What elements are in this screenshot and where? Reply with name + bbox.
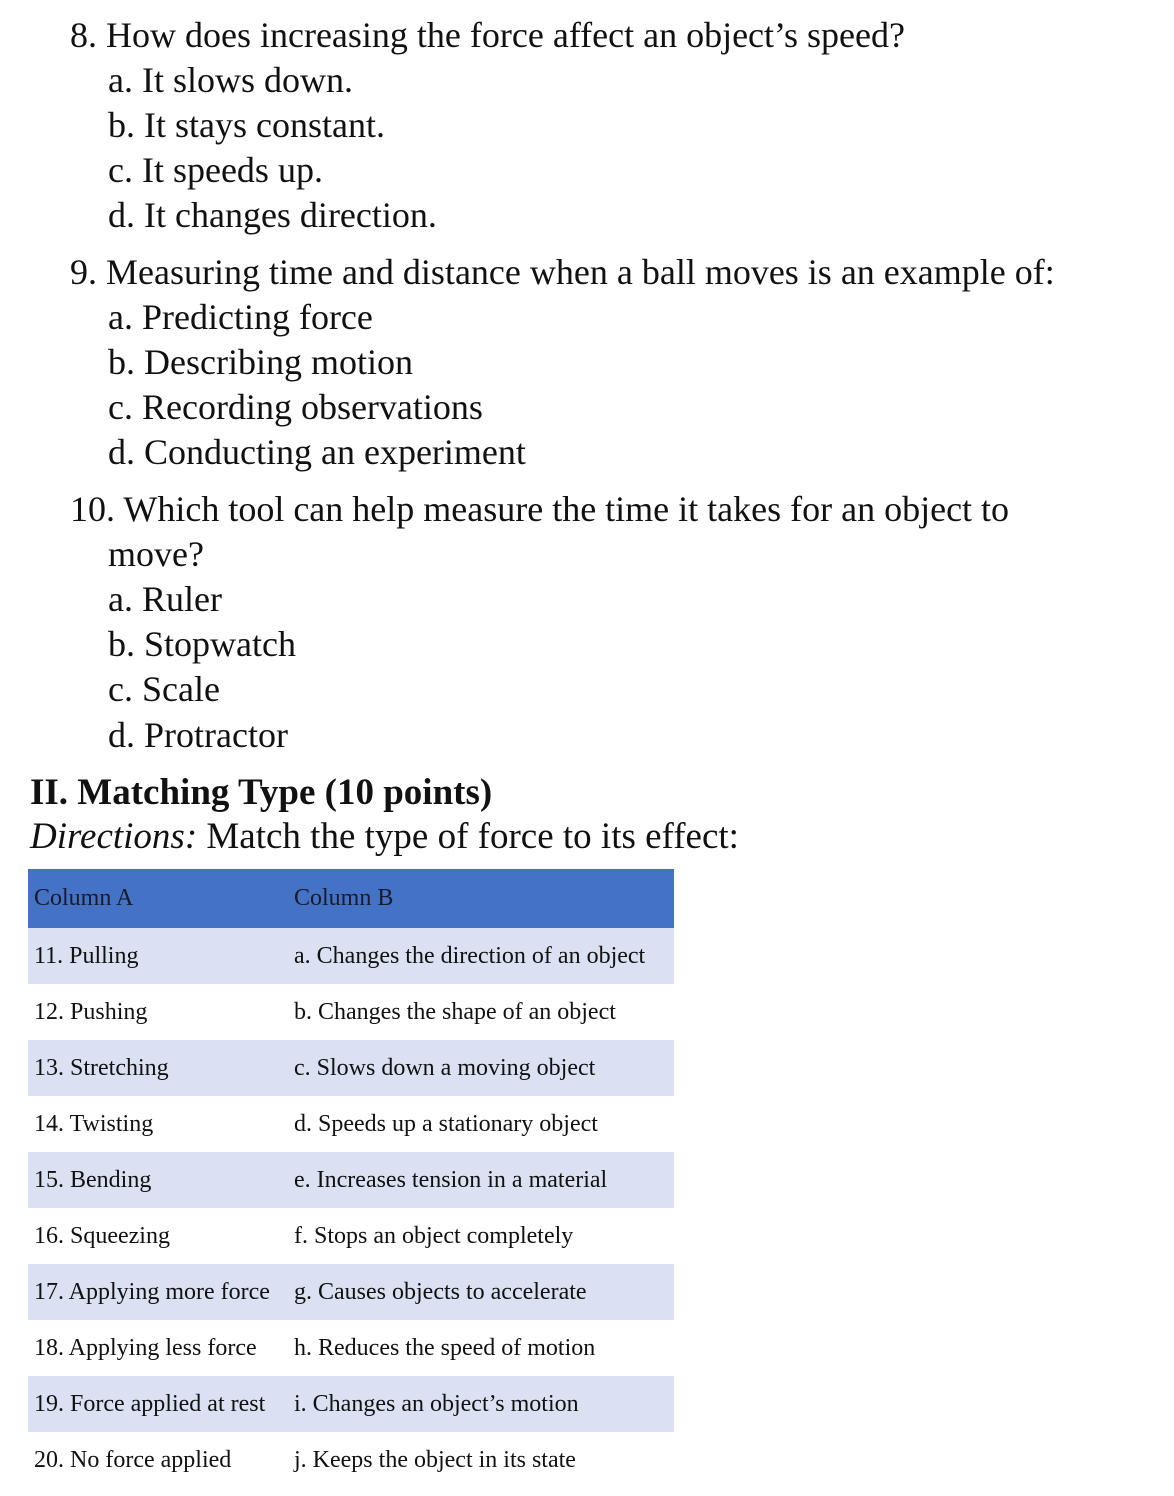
column-a-cell: 19. Force applied at rest (28, 1376, 290, 1432)
table-row: 14. Twisting d. Speeds up a stationary ob… (28, 1096, 674, 1152)
column-a-cell: 20. No force applied (34, 1446, 232, 1473)
question-number: 8. (70, 15, 97, 55)
option-10b: b. Stopwatch (108, 624, 296, 664)
question-10-continuation: move? (108, 534, 204, 574)
question-9: 9. Measuring time and distance when a ba… (70, 250, 1055, 295)
directions: Directions: Match the type of force to i… (30, 814, 739, 859)
question-10: 10. Which tool can help measure the time… (70, 487, 1009, 532)
option-9d: d. Conducting an experiment (108, 432, 526, 472)
option-8d: d. It changes direction. (108, 195, 437, 235)
table-row: 16. Squeezing f. Stops an object complete… (28, 1208, 674, 1264)
column-a-cell: 15. Bending (28, 1152, 290, 1208)
column-b-cell: c. Slows down a moving object (290, 1040, 674, 1096)
question-text: Measuring time and distance when a ball … (106, 252, 1055, 292)
option-9b: b. Describing motion (108, 342, 413, 382)
table-row: 13. Stretching c. Slows down a moving obj… (28, 1040, 674, 1096)
table-row: 12. Pushing b. Changes the shape of an ob… (28, 984, 674, 1040)
header-column-a: Column A (28, 869, 290, 928)
column-a-cell: 18. Applying less force (34, 1334, 257, 1361)
option-10d: d. Protractor (108, 715, 288, 755)
option-10c: c. Scale (108, 669, 220, 709)
table-row: 18. Applying less force h. Reduces the sp… (28, 1320, 674, 1376)
directions-label: Directions: (30, 816, 198, 857)
column-b-cell: f. Stops an object completely (294, 1222, 574, 1249)
column-a-cell: 17. Applying more force (28, 1264, 290, 1320)
column-a-cell: 11. Pulling (28, 928, 290, 984)
option-8a: a. It slows down. (108, 60, 353, 100)
column-a-cell: 12. Pushing (34, 998, 148, 1025)
column-b-cell: e. Increases tension in a material (290, 1152, 674, 1208)
option-8b: b. It stays constant. (108, 105, 385, 145)
column-b-cell: j. Keeps the object in its state (294, 1446, 576, 1473)
column-a-cell: 14. Twisting (34, 1110, 154, 1137)
table-row: 11. Pulling a. Changes the direction of a… (28, 928, 674, 984)
table-row: 15. Bending e. Increases tension in a mat… (28, 1152, 674, 1208)
column-b-cell: g. Causes objects to accelerate (290, 1264, 674, 1320)
column-b-cell: a. Changes the direction of an object (290, 928, 674, 984)
table-row: 17. Applying more force g. Causes objects… (28, 1264, 674, 1320)
column-b-cell: h. Reduces the speed of motion (294, 1334, 596, 1361)
directions-text: Match the type of force to its effect: (197, 816, 739, 857)
matching-table: Column A Column B 11. Pulling a. Changes … (28, 869, 674, 1488)
column-b-cell: i. Changes an object’s motion (290, 1376, 674, 1432)
header-column-b: Column B (290, 869, 674, 928)
question-number: 9. (70, 252, 97, 292)
column-b-cell: b. Changes the shape of an object (294, 998, 616, 1025)
section-heading: II. Matching Type (10 points) (30, 772, 493, 813)
option-8c: c. It speeds up. (108, 150, 323, 190)
question-number: 10. (70, 489, 115, 529)
column-a-cell: 13. Stretching (28, 1040, 290, 1096)
option-10a: a. Ruler (108, 579, 222, 619)
table-row: 20. No force applied j. Keeps the object … (28, 1432, 674, 1488)
option-9c: c. Recording observations (108, 387, 483, 427)
column-a-cell: 16. Squeezing (34, 1222, 170, 1249)
table-row: 19. Force applied at rest i. Changes an o… (28, 1376, 674, 1432)
question-text: Which tool can help measure the time it … (123, 489, 1010, 529)
question-text: How does increasing the force affect an … (106, 15, 905, 55)
table-header-row: Column A Column B (28, 869, 674, 928)
question-8: 8. How does increasing the force affect … (70, 13, 905, 58)
option-9a: a. Predicting force (108, 297, 373, 337)
column-b-cell: d. Speeds up a stationary object (294, 1110, 598, 1137)
